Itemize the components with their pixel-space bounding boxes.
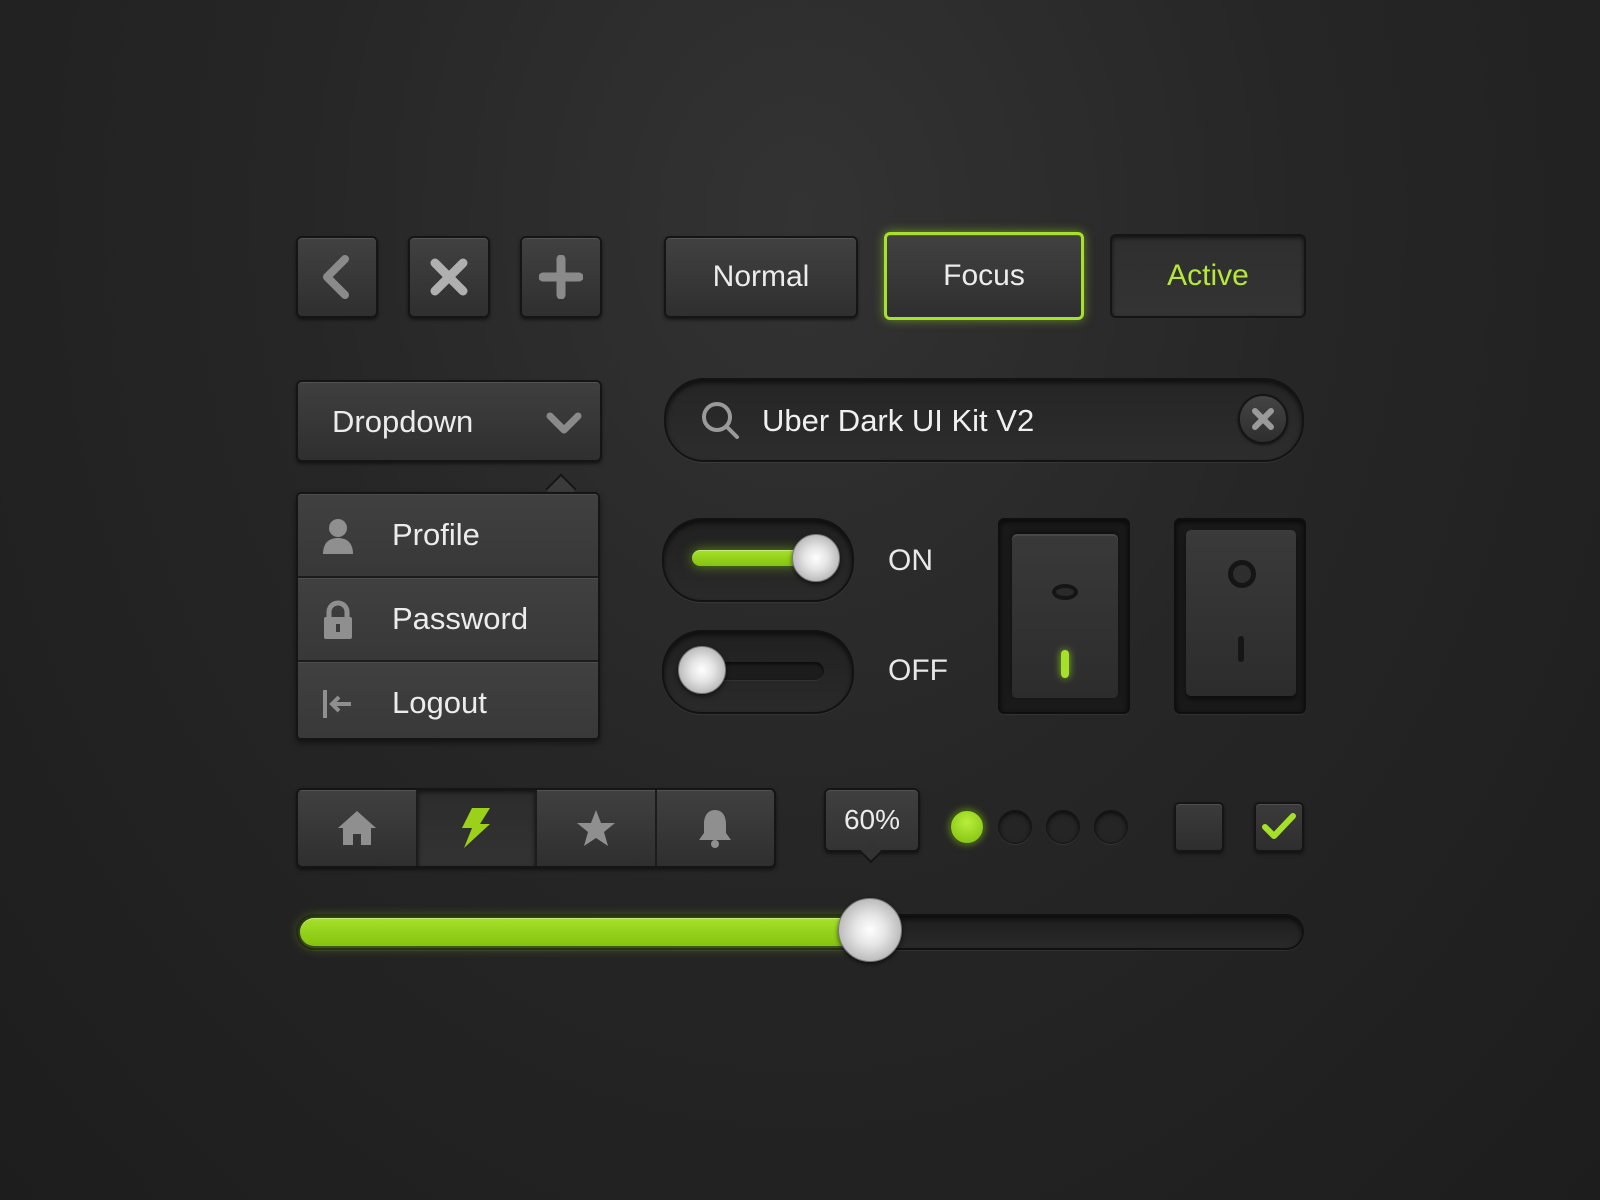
search-input[interactable]: Uber Dark UI Kit V2 bbox=[762, 403, 1034, 439]
tab-bell[interactable] bbox=[657, 790, 775, 866]
chevron-left-icon bbox=[323, 255, 349, 299]
toggle-on-label: ON bbox=[888, 544, 933, 577]
tab-star[interactable] bbox=[537, 790, 657, 866]
clear-icon bbox=[1252, 408, 1274, 430]
slider-knob[interactable] bbox=[838, 898, 902, 962]
bolt-icon bbox=[462, 808, 491, 848]
checkmark-icon bbox=[1262, 813, 1296, 839]
close-icon bbox=[430, 258, 468, 296]
dropdown[interactable]: Dropdown bbox=[296, 380, 602, 462]
pagination-dot[interactable] bbox=[1046, 810, 1080, 844]
active-button[interactable]: Active bbox=[1110, 234, 1306, 318]
checkbox-unchecked[interactable] bbox=[1174, 802, 1224, 852]
dropdown-menu: Profile Password Logout bbox=[296, 492, 600, 740]
icon-tab-bar bbox=[296, 788, 776, 868]
rocker-off-mark bbox=[1228, 560, 1256, 588]
menu-item-password[interactable]: Password bbox=[298, 578, 598, 662]
rocker-body bbox=[1186, 530, 1296, 696]
rocker-on-mark bbox=[1238, 636, 1244, 662]
toggle-knob[interactable] bbox=[792, 534, 840, 582]
menu-item-logout[interactable]: Logout bbox=[298, 662, 598, 738]
toggle-knob[interactable] bbox=[678, 646, 726, 694]
toggle-on[interactable] bbox=[662, 518, 854, 602]
menu-item-profile[interactable]: Profile bbox=[298, 494, 598, 578]
back-button[interactable] bbox=[296, 236, 378, 318]
toggle-off-label: OFF bbox=[888, 654, 948, 687]
tab-bolt[interactable] bbox=[417, 790, 537, 866]
clear-search-button[interactable] bbox=[1238, 394, 1288, 444]
search-field[interactable]: Uber Dark UI Kit V2 bbox=[664, 378, 1304, 462]
toggle-off[interactable] bbox=[662, 630, 854, 714]
progress-slider[interactable] bbox=[296, 898, 1304, 962]
search-icon bbox=[702, 402, 739, 439]
plus-icon bbox=[539, 255, 583, 299]
checkbox-checked[interactable] bbox=[1254, 802, 1304, 852]
menu-item-label: Logout bbox=[392, 685, 487, 720]
bell-icon bbox=[699, 810, 732, 848]
pagination-dot[interactable] bbox=[998, 810, 1032, 844]
user-icon bbox=[323, 519, 353, 554]
focus-button[interactable]: Focus bbox=[884, 232, 1084, 320]
slider-fill bbox=[300, 918, 878, 946]
home-icon bbox=[337, 811, 376, 845]
rocker-off-mark bbox=[1052, 584, 1078, 600]
close-button[interactable] bbox=[408, 236, 490, 318]
logout-icon bbox=[323, 690, 351, 718]
pagination-dot[interactable] bbox=[1094, 810, 1128, 844]
rocker-switch-on[interactable] bbox=[998, 518, 1130, 714]
dropdown-label: Dropdown bbox=[332, 404, 474, 439]
lock-icon bbox=[324, 600, 352, 639]
add-button[interactable] bbox=[520, 236, 602, 318]
menu-item-label: Password bbox=[392, 601, 529, 636]
pagination-dot-active[interactable] bbox=[950, 810, 984, 844]
menu-item-label: Profile bbox=[392, 517, 480, 552]
tab-home[interactable] bbox=[298, 790, 418, 866]
chevron-down-icon bbox=[546, 412, 582, 434]
normal-button[interactable]: Normal bbox=[664, 236, 858, 318]
rocker-on-indicator bbox=[1061, 650, 1069, 678]
star-icon bbox=[576, 810, 615, 846]
rocker-switch-off[interactable] bbox=[1174, 518, 1306, 714]
